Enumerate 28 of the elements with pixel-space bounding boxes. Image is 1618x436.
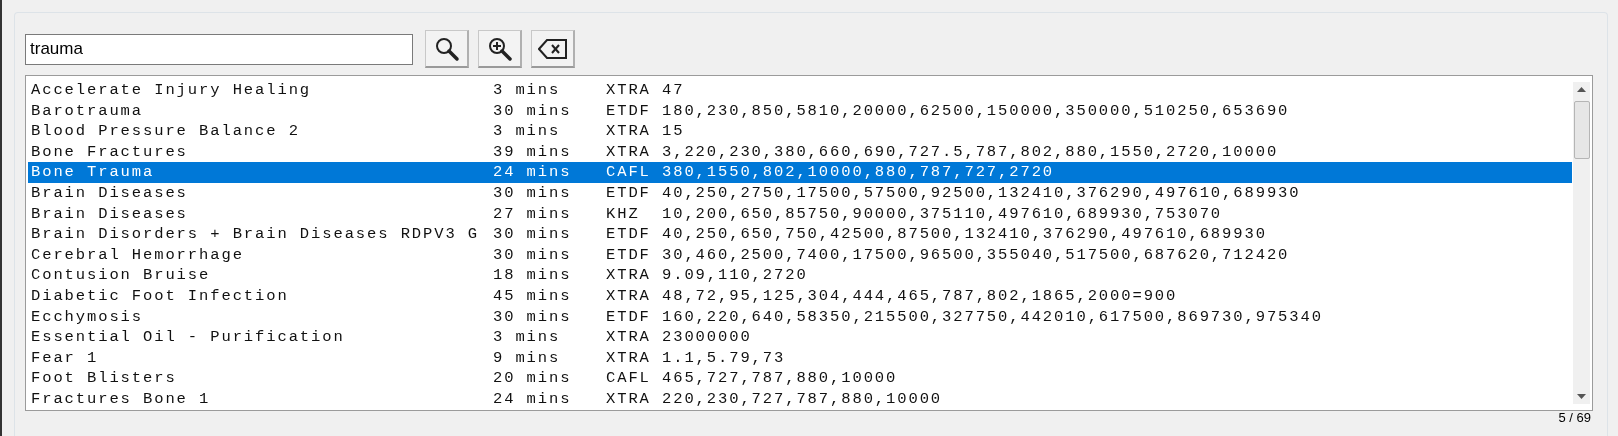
list-row[interactable]: Bone Fractures 39 mins XTRA 3,220,230,380,660,690,727.5,787,802,880,1550,2720,10000: [28, 141, 1572, 163]
list-row[interactable]: Ecchymosis 30 mins ETDF 160,220,640,58350,215500,327750,442010,617500,869730,975340: [28, 306, 1572, 328]
list-row[interactable]: Blood Pressure Balance 2 3 mins XTRA 15: [28, 121, 1572, 142]
list-row[interactable]: Foot Blisters 20 mins CAFL 465,727,787,880,10000: [28, 368, 1572, 389]
backspace-icon: [537, 37, 568, 60]
list-row[interactable]: Fractures Bone 1 24 mins XTRA 220,230,727,787,880,10000: [28, 388, 1572, 410]
list-row[interactable]: Diabetic Foot Infection 45 mins XTRA 48,72,95,125,304,444,465,787,802,1865,2000=900: [28, 285, 1572, 307]
result-count: 5 / 69: [1558, 411, 1591, 425]
list-row[interactable]: Accelerate Injury Healing 3 mins XTRA 47: [28, 80, 1572, 101]
search-button[interactable]: [425, 30, 469, 68]
list-row[interactable]: Brain Disorders + Brain Diseases RDPV3 G 30 mins ETDF 40,250,650,750,42500,87500,132410,376290,497610,689930: [28, 224, 1572, 245]
scroll-down-icon[interactable]: [1577, 394, 1586, 399]
list-row[interactable]: Essential Oil - Purification 3 mins XTRA 23000000: [28, 327, 1572, 348]
list-row[interactable]: Cerebral Hemorrhage 30 mins ETDF 30,460,2500,7400,17500,96500,355040,517500,687620,712420: [28, 244, 1572, 266]
list-row[interactable]: Contusion Bruise 18 mins XTRA 9.09,110,2720: [28, 265, 1572, 286]
clear-button[interactable]: [531, 30, 575, 68]
scroll-thumb[interactable]: [1573, 101, 1590, 159]
scrollbar[interactable]: [1573, 82, 1590, 404]
zoom-in-icon: [486, 35, 513, 62]
scroll-up-icon[interactable]: [1577, 87, 1586, 92]
list-row[interactable]: Bone Trauma 24 mins CAFL 380,1550,802,10000,880,787,727,2720: [28, 162, 1572, 183]
list-row[interactable]: Barotrauma 30 mins ETDF 180,230,850,5810,20000,62500,150000,350000,510250,653690: [28, 100, 1572, 122]
search-icon: [433, 35, 460, 62]
list-row[interactable]: Fear 1 9 mins XTRA 1.1,5.79,73: [28, 347, 1572, 369]
search-field[interactable]: trauma: [25, 33, 413, 65]
list-row[interactable]: Brain Diseases 27 mins KHZ 10,200,650,85750,90000,375110,497610,689930,753070: [28, 203, 1572, 225]
zoom-in-button[interactable]: [478, 30, 522, 68]
list-row[interactable]: Brain Diseases 30 mins ETDF 40,250,2750,17500,57500,92500,132410,376290,497610,689930: [28, 182, 1572, 204]
